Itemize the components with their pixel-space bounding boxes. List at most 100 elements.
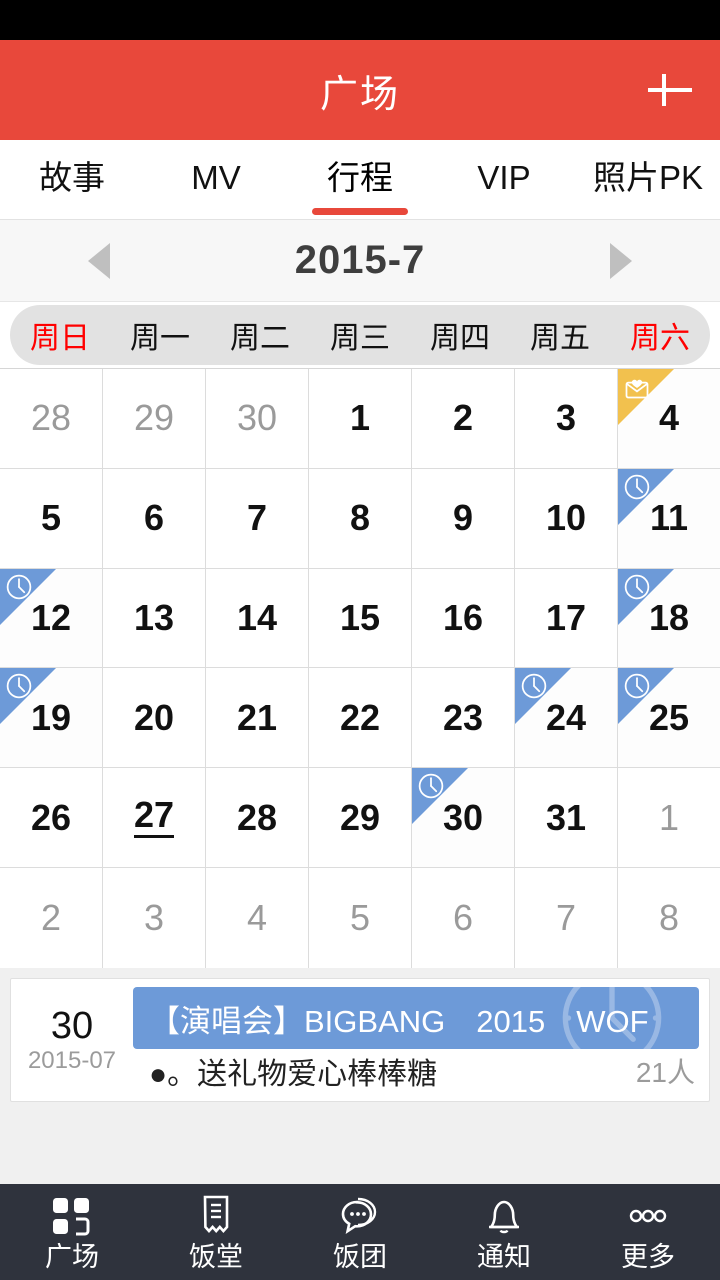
calendar-day-cell[interactable]: 14 xyxy=(206,568,309,669)
day-number: 16 xyxy=(442,597,484,639)
calendar-day-cell[interactable]: 24 xyxy=(515,668,618,769)
chevron-right-icon[interactable] xyxy=(610,242,632,279)
calendar-day-cell[interactable]: 28 xyxy=(0,369,103,469)
plus-icon[interactable] xyxy=(642,62,698,118)
day-number: 1 xyxy=(349,397,371,439)
calendar-week-row: 19 20 21 22 23 24 25 xyxy=(0,668,720,769)
day-number: 25 xyxy=(648,696,690,738)
calendar-day-cell[interactable]: 21 xyxy=(206,668,309,769)
calendar-day-cell[interactable]: 7 xyxy=(515,868,618,968)
calendar-day-cell[interactable]: 20 xyxy=(103,668,206,769)
calendar-day-cell[interactable]: 29 xyxy=(103,369,206,469)
calendar-day-cell[interactable]: 30 xyxy=(206,369,309,469)
nav-item-通知[interactable]: 通知 xyxy=(432,1194,576,1271)
calendar-day-cell[interactable]: 2 xyxy=(412,369,515,469)
day-number: 18 xyxy=(648,597,690,639)
day-number: 7 xyxy=(555,897,577,939)
page-title: 广场 xyxy=(319,73,400,116)
nav-item-广场[interactable]: 广场 xyxy=(0,1194,144,1271)
calendar-day-cell[interactable]: 31 xyxy=(515,768,618,869)
event-day: 30 xyxy=(50,1005,94,1047)
nav-item-饭堂[interactable]: 饭堂 xyxy=(144,1194,288,1271)
calendar-day-cell[interactable]: 8 xyxy=(618,868,720,968)
event-card[interactable]: 30 2015-07 【演唱会】BIGBANG 2015 WOF ●。送礼物爱心… xyxy=(10,978,710,1102)
calendar-day-cell[interactable]: 30 xyxy=(412,768,515,869)
event-banner[interactable]: 【演唱会】BIGBANG 2015 WOF xyxy=(133,987,699,1049)
calendar-day-cell[interactable]: 29 xyxy=(309,768,412,869)
calendar-day-cell[interactable]: 13 xyxy=(103,568,206,669)
status-bar xyxy=(0,0,720,40)
nav-item-label: 饭团 xyxy=(333,1241,387,1272)
weekday-周日: 周日 xyxy=(30,322,90,355)
calendar-day-cell[interactable]: 4 xyxy=(618,369,720,469)
calendar-day-cell[interactable]: 2 xyxy=(0,868,103,968)
day-number: 10 xyxy=(545,497,587,539)
tab-label: MV xyxy=(191,159,241,196)
calendar-week-row: 26 27 28 29 30 31 1 xyxy=(0,768,720,869)
day-number: 30 xyxy=(442,796,484,838)
nav-item-更多[interactable]: 更多 xyxy=(576,1194,720,1271)
calendar-week-row: 5 6 7 8 9 10 11 xyxy=(0,468,720,569)
day-number: 30 xyxy=(236,397,278,439)
more-icon xyxy=(625,1194,671,1238)
tab-照片PK[interactable]: 照片PK xyxy=(576,140,720,219)
day-number: 19 xyxy=(30,696,72,738)
day-number: 4 xyxy=(658,397,680,439)
nav-item-饭团[interactable]: 饭团 xyxy=(288,1194,432,1271)
event-title: 【演唱会】BIGBANG 2015 WOF xyxy=(149,1003,649,1039)
day-number: 7 xyxy=(246,497,268,539)
day-number: 27 xyxy=(133,797,175,839)
tab-故事[interactable]: 故事 xyxy=(0,140,144,219)
tab-label: 行程 xyxy=(327,159,393,196)
calendar-day-cell[interactable]: 5 xyxy=(0,468,103,569)
calendar-day-cell[interactable]: 25 xyxy=(618,668,720,769)
calendar-day-cell[interactable]: 10 xyxy=(515,468,618,569)
event-subtitle: ●。送礼物爱心棒棒糖 xyxy=(149,1058,438,1091)
calendar-day-cell[interactable]: 16 xyxy=(412,568,515,669)
nav-item-label: 饭堂 xyxy=(189,1241,243,1272)
nav-item-label: 通知 xyxy=(477,1241,531,1272)
event-year-month: 2015-07 xyxy=(27,1047,117,1074)
calendar-week-row: 28 29 30 1 2 3 4 xyxy=(0,369,720,469)
day-number: 5 xyxy=(40,497,62,539)
day-number: 2 xyxy=(452,397,474,439)
calendar-day-cell[interactable]: 1 xyxy=(309,369,412,469)
calendar-day-cell[interactable]: 6 xyxy=(412,868,515,968)
event-subrow: ●。送礼物爱心棒棒糖 21人 xyxy=(133,1049,699,1093)
tab-label: VIP xyxy=(477,159,531,196)
calendar-day-cell[interactable]: 17 xyxy=(515,568,618,669)
tab-行程[interactable]: 行程 xyxy=(288,140,432,219)
calendar-day-cell[interactable]: 8 xyxy=(309,468,412,569)
calendar-day-cell[interactable]: 1 xyxy=(618,768,720,869)
calendar-day-cell[interactable]: 26 xyxy=(0,768,103,869)
day-number: 13 xyxy=(133,597,175,639)
calendar-day-cell[interactable]: 11 xyxy=(618,468,720,569)
day-number: 6 xyxy=(143,497,165,539)
calendar-day-cell[interactable]: 15 xyxy=(309,568,412,669)
tab-MV[interactable]: MV xyxy=(144,140,288,219)
calendar-day-cell[interactable]: 23 xyxy=(412,668,515,769)
calendar-day-cell[interactable]: 9 xyxy=(412,468,515,569)
clock-icon xyxy=(623,573,651,601)
weekday-周五: 周五 xyxy=(530,322,590,355)
calendar-day-cell[interactable]: 12 xyxy=(0,568,103,669)
calendar-day-cell[interactable]: 6 xyxy=(103,468,206,569)
event-body: 【演唱会】BIGBANG 2015 WOF ●。送礼物爱心棒棒糖 21人 xyxy=(133,987,699,1093)
bottom-navigation: 广场 饭堂 饭团 通知 更多 xyxy=(0,1184,720,1280)
tab-VIP[interactable]: VIP xyxy=(432,140,576,219)
calendar-day-cell[interactable]: 3 xyxy=(103,868,206,968)
calendar-day-cell[interactable]: 3 xyxy=(515,369,618,469)
calendar-day-cell[interactable]: 4 xyxy=(206,868,309,968)
day-number: 5 xyxy=(349,897,371,939)
chevron-left-icon[interactable] xyxy=(88,242,110,279)
calendar-day-cell[interactable]: 19 xyxy=(0,668,103,769)
day-number: 4 xyxy=(246,897,268,939)
app-root: 广场 故事 MV 行程 VIP 照片PK 2015-7 周日 周一 周二 周三 周四 周五 周六 2… xyxy=(0,0,720,1280)
calendar-day-cell[interactable]: 27 xyxy=(103,768,206,869)
day-number: 1 xyxy=(658,796,680,838)
calendar-day-cell[interactable]: 7 xyxy=(206,468,309,569)
calendar-day-cell[interactable]: 5 xyxy=(309,868,412,968)
calendar-day-cell[interactable]: 22 xyxy=(309,668,412,769)
calendar-day-cell[interactable]: 18 xyxy=(618,568,720,669)
calendar-day-cell[interactable]: 28 xyxy=(206,768,309,869)
